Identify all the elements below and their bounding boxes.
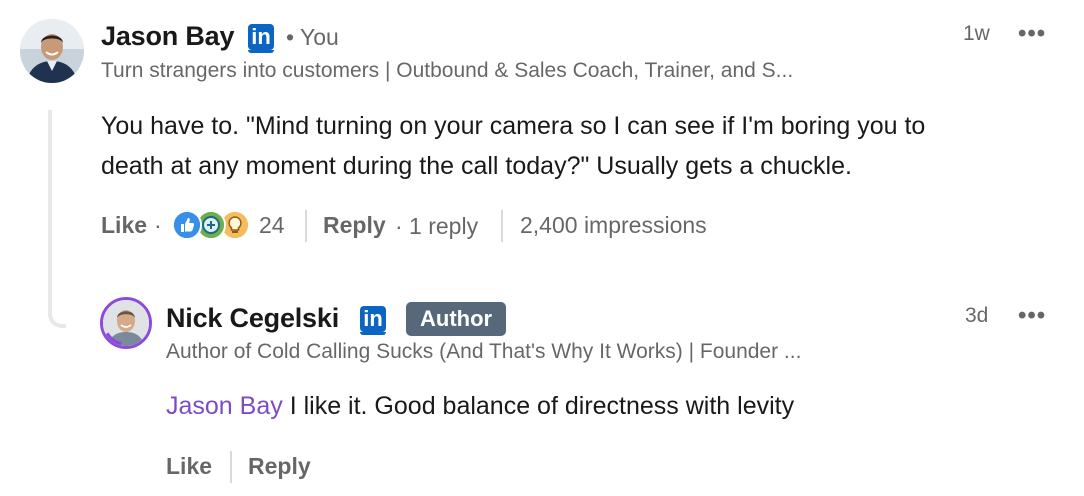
reaction-count[interactable]: 24 [259,212,285,239]
reply-author-name[interactable]: Nick Cegelski [166,303,339,334]
you-label: • You [286,24,339,50]
thread-connector-line [48,110,66,328]
reply-body: I like it. Good balance of directness wi… [282,392,795,420]
linkedin-premium-icon: in [360,306,386,335]
comment-text-line-2: death at any moment during the call toda… [101,152,852,180]
mention-link[interactable]: Jason Bay [166,392,283,420]
reply-author-headline[interactable]: Author of Cold Calling Sucks (And That's… [166,340,801,364]
impressions-count: 2,400 impressions [520,212,707,238]
like-reaction-icon [172,210,202,240]
dot-separator: · [154,212,162,238]
comment-author-name[interactable]: Jason Bay [101,21,234,52]
linkedin-premium-icon: in [248,24,274,53]
comment-text-line-1: You have to. "Mind turning on your camer… [101,112,926,140]
more-options-icon[interactable]: ••• [1018,20,1046,48]
like-button[interactable]: Like [101,212,147,239]
author-badge: Author [406,302,507,336]
reply-text: Jason Bay I like it. Good balance of dir… [166,386,794,426]
action-divider [230,451,232,483]
comment-timestamp: 1w [963,22,990,45]
reply-avatar[interactable] [100,297,152,349]
avatar[interactable] [20,19,84,83]
comment-author-headline[interactable]: Turn strangers into customers | Outbound… [101,59,793,83]
reply-like-button[interactable]: Like [166,453,212,480]
reply-count[interactable]: · 1 reply [395,213,478,240]
reply-more-options-icon[interactable]: ••• [1018,302,1046,330]
action-divider [305,210,307,242]
reply-timestamp: 3d [965,304,989,327]
reply-button[interactable]: Reply [323,212,386,239]
action-divider [501,210,503,242]
reply-reply-button[interactable]: Reply [248,453,311,480]
